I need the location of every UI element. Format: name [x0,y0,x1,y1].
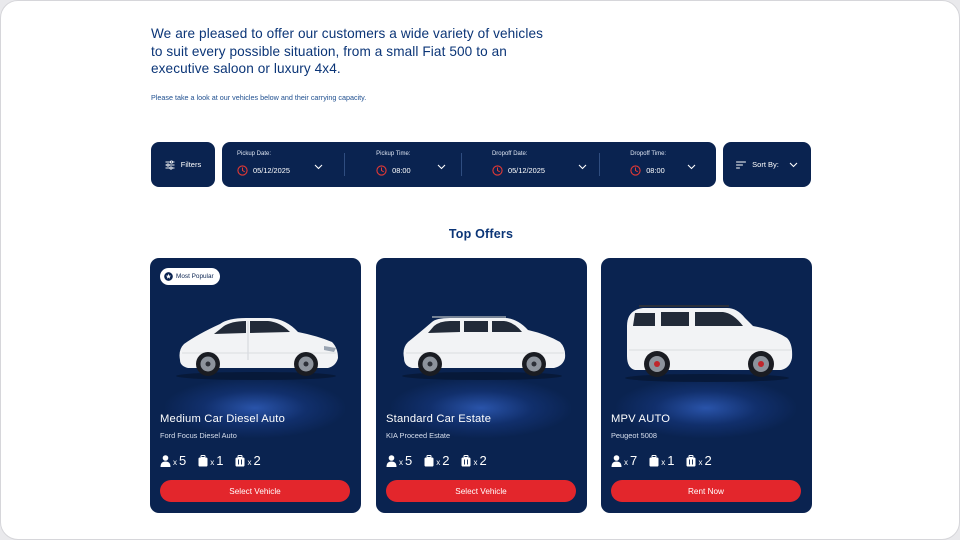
dropoff-time-field[interactable]: Dropoff Time: 08:00 [599,142,716,187]
dropoff-date-value: 05/12/2025 [507,166,545,175]
passenger-capacity: x5 [160,453,186,468]
clock-icon [237,165,248,176]
chevron-down-icon [437,164,446,170]
luggage-icon [235,454,245,466]
select-vehicle-button[interactable]: Select Vehicle [386,480,576,502]
luggage-icon [686,454,696,466]
times-sign: x [436,457,441,467]
card-title: Standard Car Estate [386,413,492,425]
small-bag-count: 2 [704,453,712,468]
hatchback-car-image [176,318,338,380]
large-bag-count: 1 [216,453,224,468]
intro-subtext: Please take a look at our vehicles below… [151,93,367,102]
suitcase-icon [649,454,659,466]
person-icon [386,454,397,467]
pickup-time-label: Pickup Time: [376,151,411,157]
dropoff-date-label: Dropoff Date: [491,151,528,157]
large-bag-capacity: x1 [198,453,223,468]
select-vehicle-button[interactable]: Select Vehicle [160,480,350,502]
small-bag-count: 2 [253,453,261,468]
badge-label: Most Popular [176,273,214,280]
small-bag-capacity: x2 [235,453,261,468]
small-bag-capacity: x2 [461,453,487,468]
card-title: Medium Car Diesel Auto [160,413,286,425]
rent-now-button[interactable]: Rent Now [611,480,801,502]
small-bag-capacity: x2 [686,453,712,468]
pickup-time-field[interactable]: Pickup Time: 08:00 [344,142,461,187]
chevron-down-icon [314,164,323,170]
clock-icon [492,165,503,176]
suv-car-image [625,305,793,382]
card-specs: x5 x2 x2 [386,453,487,468]
chevron-down-icon [687,164,696,170]
person-icon [160,454,171,467]
star-icon [164,272,173,281]
passenger-count: 5 [179,453,187,468]
times-sign: x [173,457,177,467]
intro-heading: We are pleased to offer our customers a … [151,26,543,76]
passenger-capacity: x7 [611,453,637,468]
top-offers-title: Top Offers [448,227,514,241]
luggage-icon [461,454,471,466]
passenger-count: 7 [630,453,638,468]
sort-label: Sort By: [752,160,779,169]
card-subtitle: Peugeot 5008 [611,431,658,440]
offer-card: Standard Car Estate KIA Proceed Estate x… [376,258,587,513]
clock-icon [376,165,387,176]
page-frame: We are pleased to offer our customers a … [0,0,960,540]
card-subtitle: Ford Focus Diesel Auto [160,431,237,440]
dropoff-date-field[interactable]: Dropoff Date: 05/12/2025 [460,142,599,187]
sliders-icon [165,159,175,170]
suitcase-icon [198,454,208,466]
card-title: MPV AUTO [611,413,671,425]
sort-icon [736,161,747,168]
times-sign: x [698,457,703,467]
sort-button[interactable]: Sort By: [723,142,811,187]
clock-icon [630,165,641,176]
filters-label: Filters [180,160,202,169]
pickup-date-field[interactable]: Pickup Date: 05/12/2025 [222,142,344,187]
offer-card: MPV AUTO Peugeot 5008 x7 x1 x2 Rent Now [601,258,812,513]
small-bag-count: 2 [479,453,487,468]
pickup-time-value: 08:00 [392,166,411,175]
chevron-down-icon [578,164,587,170]
card-specs: x5 x1 x2 [160,453,261,468]
card-specs: x7 x1 x2 [611,453,712,468]
person-icon [611,454,622,467]
most-popular-badge: Most Popular [160,268,220,285]
times-sign: x [210,457,215,467]
times-sign: x [473,457,478,467]
large-bag-count: 2 [442,453,450,468]
dropoff-time-value: 08:00 [646,166,665,175]
passenger-count: 5 [405,453,413,468]
large-bag-capacity: x1 [649,453,674,468]
large-bag-capacity: x2 [424,453,449,468]
suitcase-icon [424,454,434,466]
large-bag-count: 1 [667,453,675,468]
dropoff-time-label: Dropoff Time: [630,151,667,157]
times-sign: x [399,457,403,467]
times-sign: x [624,457,628,467]
passenger-capacity: x5 [386,453,412,468]
estate-car-image [402,316,566,380]
search-panel: Pickup Date: 05/12/2025 Pickup Time: 08:… [222,142,716,187]
chevron-down-icon [789,162,798,167]
times-sign: x [661,457,666,467]
offer-card: Most Popular Medium Car Diesel Auto Ford… [150,258,361,513]
pickup-date-value: 05/12/2025 [253,166,290,175]
card-subtitle: KIA Proceed Estate [386,431,451,440]
times-sign: x [247,457,252,467]
pickup-date-label: Pickup Date: [237,151,272,157]
filters-button[interactable]: Filters [151,142,215,187]
